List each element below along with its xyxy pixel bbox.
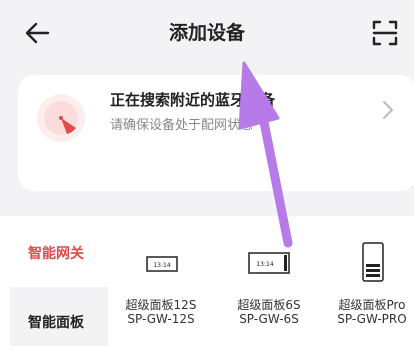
chevron-right-icon — [383, 101, 393, 119]
search-status-title: 正在搜索附近的蓝牙设备 — [110, 91, 276, 109]
category-smart-panel-label: 智能面板 — [28, 315, 84, 331]
device-name: 超级面板Pro — [338, 298, 406, 312]
device-model: SP-GW-PRO — [337, 312, 407, 326]
panel-pro-icon — [362, 242, 384, 282]
radar-icon — [37, 94, 85, 142]
scan-icon[interactable] — [370, 18, 400, 48]
device-name: 超级面板6S — [237, 298, 301, 312]
search-status-subtitle: 请确保设备处于配网状态 — [110, 118, 254, 133]
device-model: SP-GW-12S — [127, 312, 195, 326]
panel-6s-screen-time: 13:14 — [256, 261, 273, 268]
device-model: SP-GW-6S — [239, 312, 299, 326]
panel-12s-screen-time: 13:14 — [153, 262, 170, 269]
category-smart-gateway[interactable]: 智能网关 — [28, 243, 84, 263]
panel-6s-icon: 13:14 — [248, 252, 290, 274]
device-name: 超级面板12S — [125, 298, 197, 312]
page-title: 添加设备 — [168, 22, 245, 44]
panel-12s-icon: 13:14 — [146, 256, 178, 272]
